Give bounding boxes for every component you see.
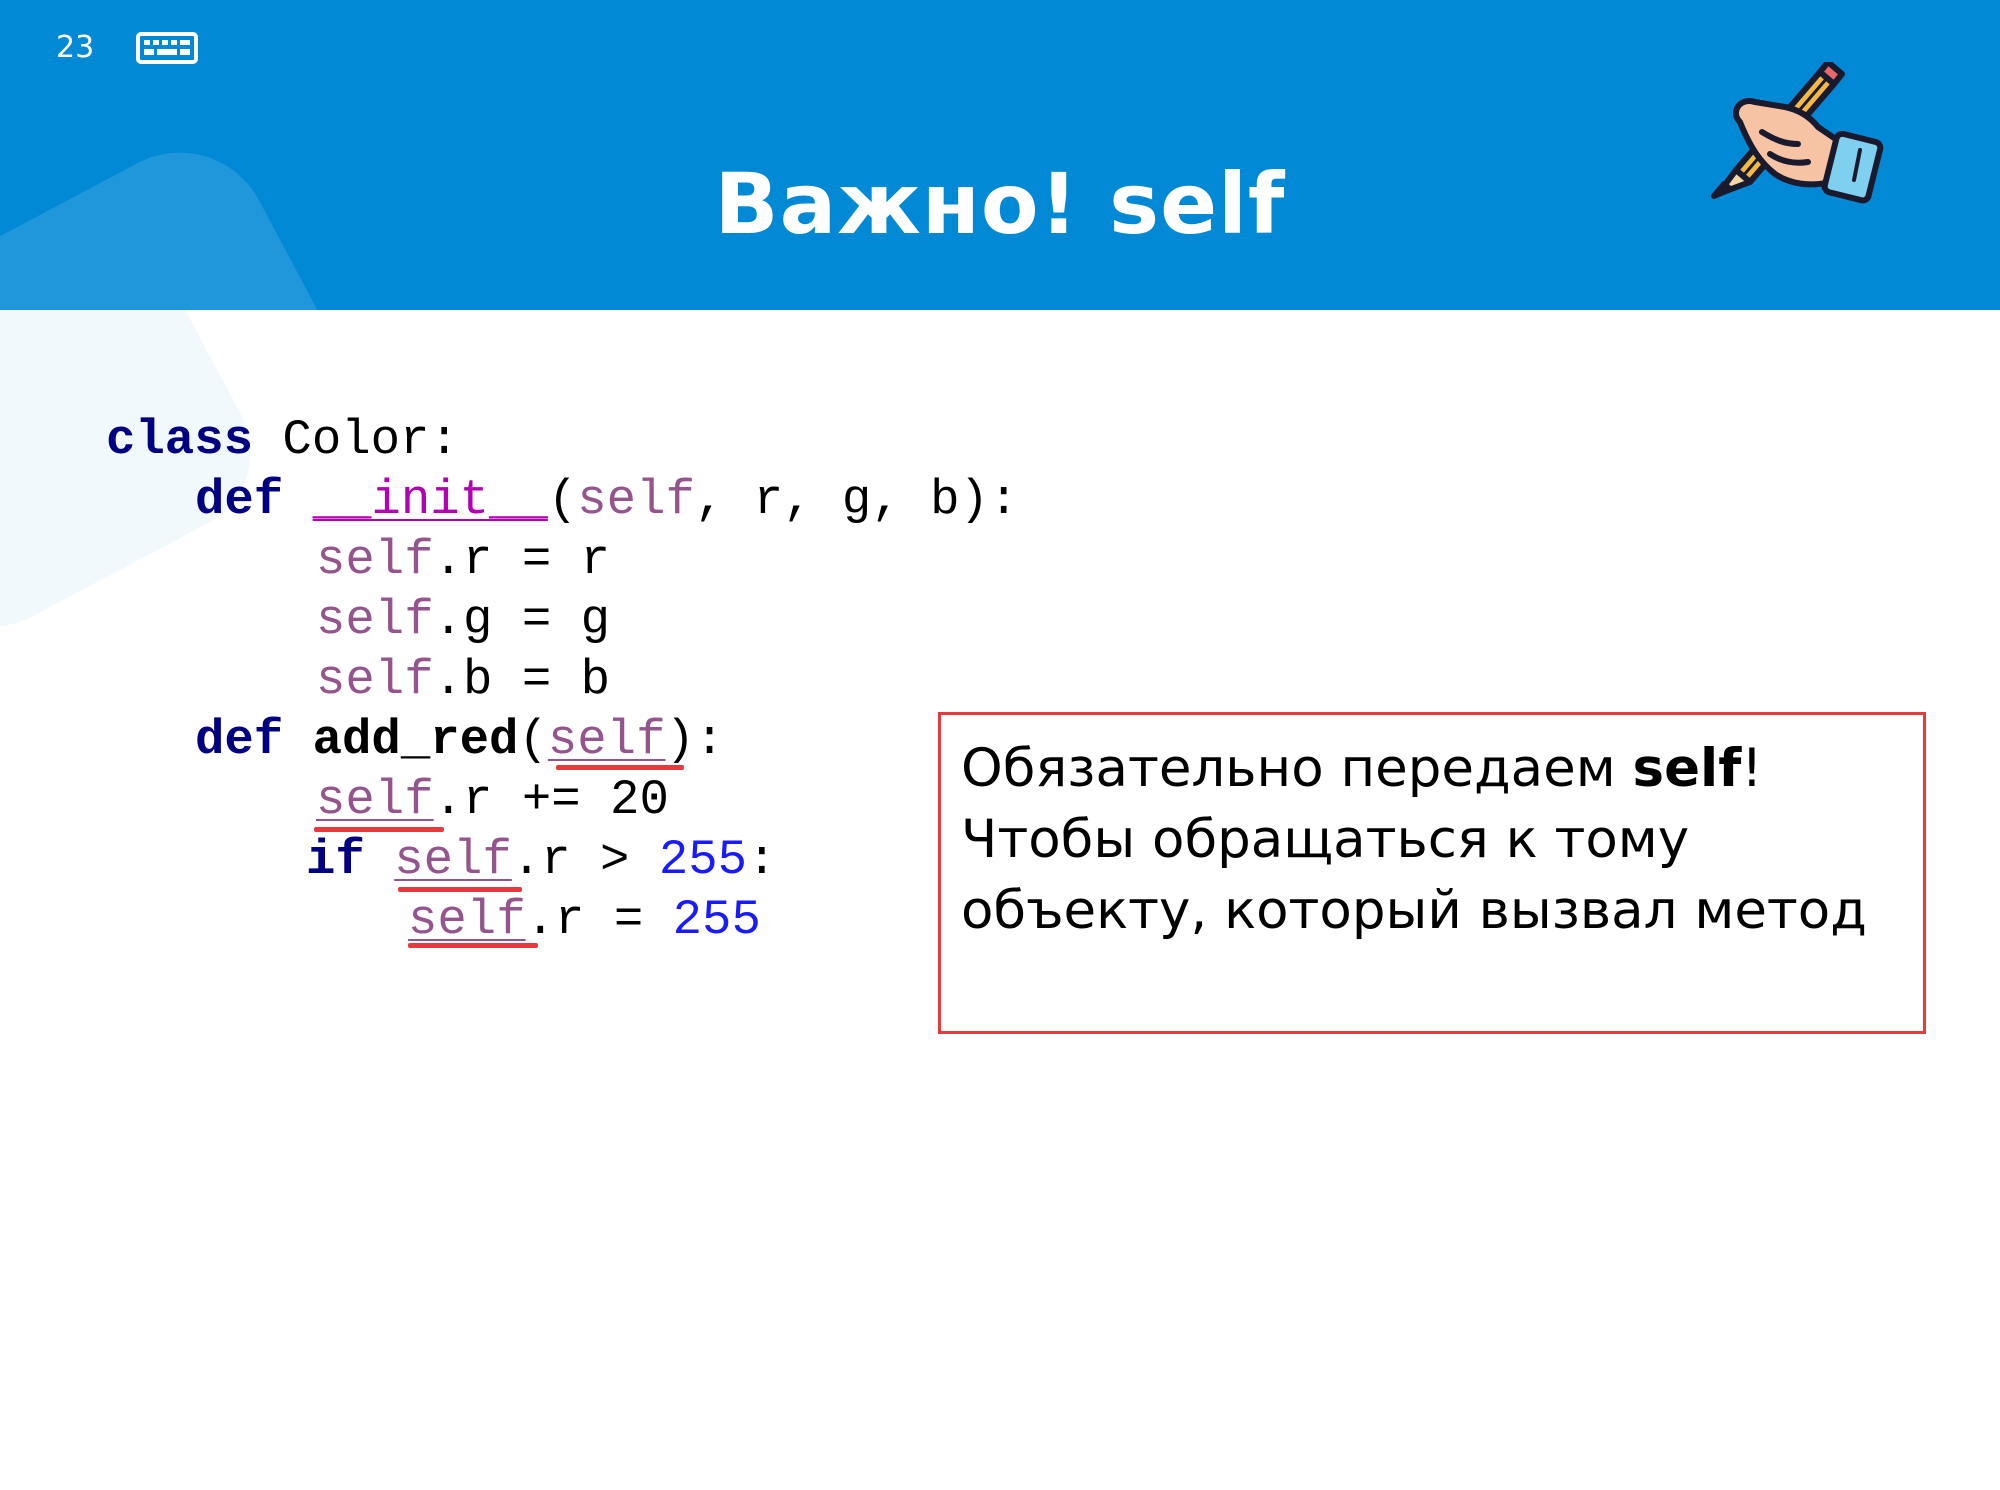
code-line-8: if self.r > 255: [306, 832, 777, 888]
keyword-def: def [195, 712, 284, 768]
code-line-5: self.b = b [316, 652, 611, 708]
highlight-underline [398, 887, 522, 892]
highlight-underline [408, 943, 538, 948]
self-param: self [547, 712, 666, 768]
self-ref: self [316, 592, 434, 648]
highlight-underline [314, 827, 444, 832]
self-ref: self [316, 772, 434, 828]
code-line-7: self.r += 20 [316, 772, 669, 828]
note-bold-self: self [1632, 738, 1742, 799]
number-literal: 255 [672, 892, 761, 948]
hand-writing-icon [1711, 62, 1884, 204]
slide-header: 23 Важно! self [0, 0, 2000, 310]
code-line-1: class Color: [106, 410, 459, 470]
self-ref: self [316, 532, 434, 588]
note-text: Обязательно передаем [961, 738, 1633, 799]
keyboard-icon [136, 32, 198, 64]
self-ref: self [394, 832, 512, 888]
keyword-class: class [106, 412, 254, 468]
number-literal: 255 [658, 832, 748, 888]
self-ref: self [408, 892, 526, 948]
slide-number: 23 [56, 30, 95, 65]
code-line-2: def __init__(self, r, g, b): [195, 472, 1019, 528]
code-line-3: self.r = r [316, 532, 611, 588]
code-line-4: self.g = g [316, 592, 611, 648]
keyword-if: if [306, 832, 365, 888]
self-param: self [577, 472, 695, 528]
code-line-6: def add_red(self): [195, 712, 725, 768]
code-text: Color: [253, 412, 459, 468]
keyword-def: def [195, 472, 284, 528]
code-line-9: self.r = 255 [408, 892, 761, 948]
function-add-red: add_red [312, 712, 519, 768]
code-block: class Color: def __init__(self, r, g, b)… [106, 410, 1018, 1490]
function-init: __init__ [312, 472, 548, 528]
note-callout: Обязательно передаем self! Чтобы обращат… [938, 712, 1926, 1034]
self-ref: self [316, 652, 434, 708]
highlight-underline [556, 765, 684, 770]
